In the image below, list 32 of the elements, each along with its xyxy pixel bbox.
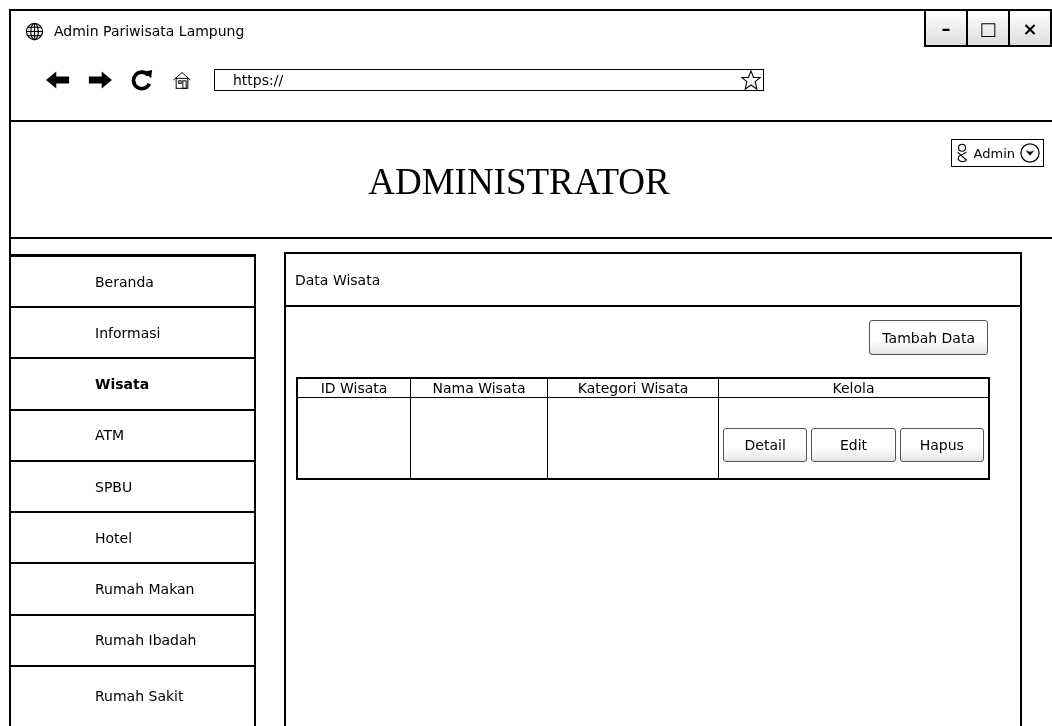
sidebar-item[interactable]: Informasi xyxy=(11,308,254,360)
sidebar-item[interactable]: Rumah Makan xyxy=(11,564,254,616)
window-title: Admin Pariwisata Lampung xyxy=(54,23,245,39)
delete-button[interactable]: Hapus xyxy=(899,428,984,462)
page-title: ADMINISTRATOR xyxy=(368,160,670,204)
address-bar[interactable]: https:// xyxy=(214,69,764,91)
star-icon[interactable] xyxy=(741,70,761,90)
column-header: ID Wisata xyxy=(297,378,411,398)
sidebar-item[interactable]: Rumah Sakit xyxy=(11,666,254,726)
add-data-button[interactable]: Tambah Data xyxy=(869,320,988,355)
sidebar-item[interactable]: Rumah Ibadah xyxy=(11,615,254,667)
dropdown-icon xyxy=(1020,143,1040,163)
home-icon[interactable] xyxy=(172,70,192,90)
user-icon xyxy=(954,143,969,163)
sidebar-item[interactable]: ATM xyxy=(11,410,254,462)
panel-title: Data Wisata xyxy=(295,271,381,288)
sidebar-item[interactable]: Wisata xyxy=(11,359,254,411)
user-menu[interactable]: Admin xyxy=(950,139,1044,167)
globe-icon xyxy=(25,21,44,41)
sidebar-item[interactable]: Hotel xyxy=(11,513,254,565)
sidebar-item[interactable]: SPBU xyxy=(11,461,254,514)
forward-icon[interactable] xyxy=(88,69,112,91)
sidebar-item[interactable]: Beranda xyxy=(11,257,254,309)
column-header: Nama Wisata xyxy=(410,378,548,398)
close-button[interactable]: × xyxy=(1008,11,1052,47)
edit-button[interactable]: Edit xyxy=(811,428,896,462)
column-header: Kategori Wisata xyxy=(547,378,719,398)
maximize-button[interactable]: □ xyxy=(966,11,1010,47)
minimize-button[interactable]: – xyxy=(924,11,968,47)
back-icon[interactable] xyxy=(46,69,70,91)
detail-button[interactable]: Detail xyxy=(723,428,808,462)
reload-icon[interactable] xyxy=(130,69,154,91)
